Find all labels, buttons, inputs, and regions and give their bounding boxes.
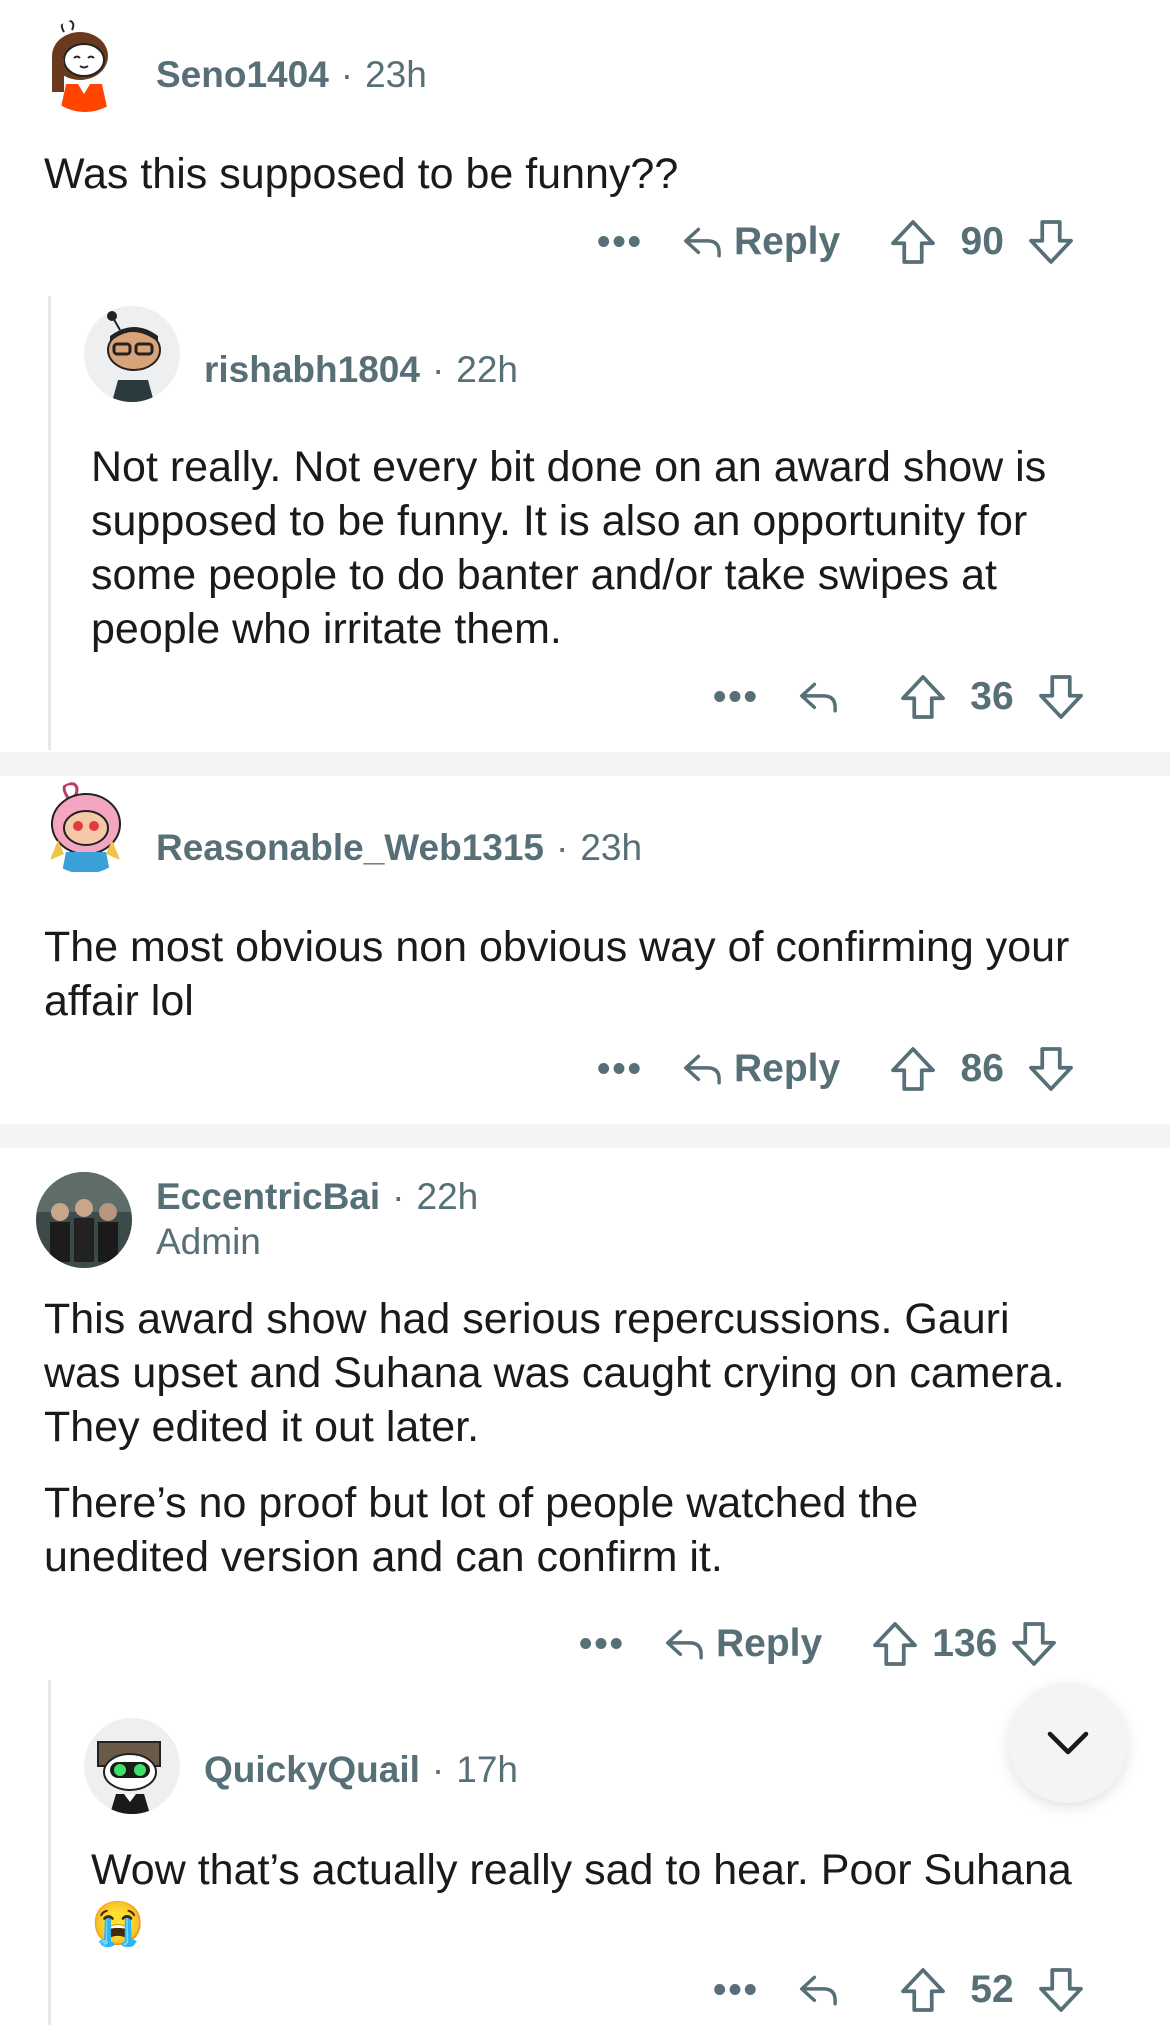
- upvote-arrow-icon[interactable]: [870, 1619, 920, 1669]
- username[interactable]: rishabh1804: [204, 349, 420, 390]
- comment-body: Not really. Not every bit done on an awa…: [91, 440, 1131, 656]
- thread-line[interactable]: [48, 296, 51, 750]
- comment-actions: ••• 52: [706, 1960, 1086, 2020]
- reply-label: Reply: [716, 1622, 823, 1665]
- more-options-icon[interactable]: •••: [590, 221, 650, 264]
- comment-actions: ••• Reply 136: [572, 1614, 1059, 1674]
- avatar[interactable]: [38, 780, 132, 874]
- score: 36: [970, 675, 1014, 718]
- comment-body: Was this supposed to be funny??: [44, 147, 1124, 201]
- snoo-avatar-glasses-icon: [84, 306, 180, 402]
- timestamp: 22h: [456, 349, 519, 390]
- more-options-icon[interactable]: •••: [706, 676, 766, 719]
- snoo-avatar-pink-hood-icon: [50, 782, 121, 872]
- reply-button[interactable]: [796, 1967, 850, 2013]
- reply-arrow-icon: [684, 1054, 721, 1085]
- timestamp: 23h: [580, 827, 643, 868]
- username[interactable]: Reasonable_Web1315: [156, 827, 544, 868]
- reply-button[interactable]: Reply: [662, 1621, 822, 1667]
- comment-paragraph: Wow that’s actually really sad to hear. …: [91, 1846, 1072, 1948]
- timestamp: 17h: [456, 1749, 518, 1790]
- upvote-arrow-icon[interactable]: [898, 672, 948, 722]
- downvote-arrow-icon[interactable]: [1036, 1965, 1086, 2015]
- comment-body: This award show had serious repercussion…: [44, 1292, 1094, 1584]
- avatar[interactable]: [84, 1718, 180, 1814]
- more-options-icon[interactable]: •••: [590, 1048, 650, 1091]
- username[interactable]: QuickyQuail: [204, 1749, 420, 1790]
- downvote-arrow-icon[interactable]: [1026, 1044, 1076, 1094]
- more-options-icon[interactable]: •••: [706, 1969, 766, 2012]
- comment-body: Wow that’s actually really sad to hear. …: [91, 1843, 1091, 1951]
- separator-dot: ·: [556, 827, 569, 868]
- comment-meta: QuickyQuail · 17h: [204, 1749, 518, 1791]
- more-options-icon[interactable]: •••: [572, 1623, 632, 1666]
- chevron-down-icon: [1047, 1731, 1089, 1755]
- jump-to-next-comment-button[interactable]: [1008, 1683, 1128, 1803]
- snoo-avatar-girl-icon: [52, 18, 108, 112]
- comment-paragraph: Was this supposed to be funny??: [44, 150, 679, 198]
- timestamp: 22h: [416, 1176, 479, 1217]
- separator-dot: ·: [340, 54, 354, 95]
- separator-dot: ·: [392, 1176, 405, 1217]
- username[interactable]: Seno1404: [156, 54, 329, 95]
- reply-arrow-icon: [666, 1629, 703, 1660]
- reply-label: Reply: [734, 1047, 841, 1090]
- reply-button[interactable]: Reply: [680, 1046, 840, 1092]
- reply-arrow-icon: [800, 682, 837, 713]
- avatar[interactable]: [38, 18, 132, 112]
- comment-paragraph: There’s no proof but lot of people watch…: [44, 1479, 919, 1581]
- comment-meta: Seno1404 · 23h: [156, 54, 427, 96]
- downvote-arrow-icon[interactable]: [1036, 672, 1086, 722]
- comment-actions: ••• Reply 86: [590, 1039, 1076, 1099]
- thread-line[interactable]: [48, 1680, 51, 2025]
- upvote-arrow-icon[interactable]: [888, 217, 938, 267]
- reply-label: Reply: [734, 220, 841, 263]
- downvote-arrow-icon[interactable]: [1009, 1619, 1059, 1669]
- username[interactable]: EccentricBai: [156, 1176, 380, 1217]
- snoo-avatar-goggles-icon: [84, 1718, 180, 1814]
- separator-dot: ·: [431, 349, 445, 390]
- score: 90: [960, 220, 1004, 263]
- comment-body: The most obvious non obvious way of conf…: [44, 920, 1124, 1028]
- comment-meta: Reasonable_Web1315 · 23h: [156, 827, 642, 869]
- score: 136: [932, 1622, 998, 1665]
- photo-avatar-group-icon: [36, 1172, 132, 1268]
- comment-separator: [0, 1124, 1170, 1148]
- comment-paragraph: This award show had serious repercussion…: [44, 1295, 1065, 1451]
- comment-actions: ••• Reply 90: [590, 212, 1076, 272]
- reply-arrow-icon: [684, 227, 721, 258]
- reply-button[interactable]: [796, 674, 850, 720]
- upvote-arrow-icon[interactable]: [888, 1044, 938, 1094]
- comment-paragraph: The most obvious non obvious way of conf…: [44, 923, 1070, 1025]
- reply-button[interactable]: Reply: [680, 219, 840, 265]
- upvote-arrow-icon[interactable]: [898, 1965, 948, 2015]
- timestamp: 23h: [365, 54, 427, 95]
- score: 86: [960, 1047, 1004, 1090]
- downvote-arrow-icon[interactable]: [1026, 217, 1076, 267]
- comment-actions: ••• 36: [706, 667, 1086, 727]
- comment-separator: [0, 752, 1170, 776]
- avatar[interactable]: [36, 1172, 132, 1268]
- separator-dot: ·: [431, 1749, 445, 1790]
- user-flair: Admin: [156, 1221, 261, 1262]
- comment-paragraph: Not really. Not every bit done on an awa…: [91, 443, 1047, 653]
- avatar[interactable]: [84, 306, 180, 402]
- reply-arrow-icon: [800, 1975, 837, 2006]
- comment-meta: EccentricBai · 22h: [156, 1176, 478, 1218]
- comment-meta: rishabh1804 · 22h: [204, 349, 518, 391]
- score: 52: [970, 1968, 1014, 2011]
